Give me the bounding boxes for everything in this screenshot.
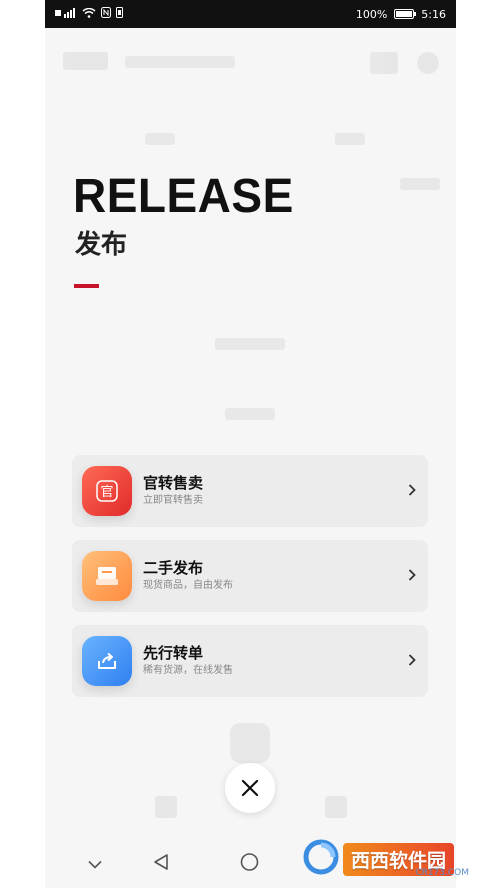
watermark-logo-icon xyxy=(303,839,339,879)
menu-item-text: 二手发布 现货商品，自由发布 xyxy=(143,559,233,593)
menu-item-title: 二手发布 xyxy=(143,559,204,577)
close-button[interactable] xyxy=(225,763,275,813)
watermark-site: CR173.COM xyxy=(415,868,469,878)
status-time: 5:16 xyxy=(421,7,446,21)
menu-item-text: 官转售卖 立即官转售卖 xyxy=(143,474,203,508)
svg-text:官: 官 xyxy=(100,484,113,500)
menu-item-title: 先行转单 xyxy=(143,644,204,662)
back-triangle-icon[interactable] xyxy=(153,853,169,875)
release-title: RELEASE xyxy=(73,167,294,223)
share-arrow-icon xyxy=(82,636,132,686)
menu-item-second-hand[interactable]: 二手发布 现货商品，自由发布 xyxy=(72,540,428,612)
chevron-right-icon xyxy=(408,482,416,501)
menu-item-text: 先行转单 稀有货源，在线发售 xyxy=(143,644,233,678)
chevron-right-icon xyxy=(408,567,416,586)
chevron-right-icon xyxy=(408,652,416,671)
close-icon xyxy=(241,779,259,797)
release-menu: 官 官转售卖 立即官转售卖 二手发布 现货商品，自由发布 先行转单 稀有货源，在… xyxy=(72,455,428,710)
app-screen: 100% 5:16 RELEASE 发布 官 官转售卖 立即官转售卖 二手发布 … xyxy=(45,0,456,888)
menu-item-official-resale[interactable]: 官 官转售卖 立即官转售卖 xyxy=(72,455,428,527)
release-subtitle: 发布 xyxy=(75,230,128,260)
accent-divider xyxy=(74,284,99,288)
status-left-icons xyxy=(55,7,123,21)
menu-item-desc: 稀有货源，在线发售 xyxy=(143,665,233,676)
notification-icon xyxy=(116,7,123,21)
menu-item-title: 官转售卖 xyxy=(143,474,204,492)
battery-percent: 100% xyxy=(355,7,388,21)
status-right: 100% 5:16 xyxy=(356,8,446,21)
nfc-icon xyxy=(101,7,111,21)
battery-icon xyxy=(394,9,417,19)
menu-item-presale-transfer[interactable]: 先行转单 稀有货源，在线发售 xyxy=(72,625,428,697)
home-circle-icon[interactable] xyxy=(240,853,259,876)
chevron-down-icon[interactable] xyxy=(87,855,103,874)
menu-item-desc: 立即官转售卖 xyxy=(143,495,203,506)
box-icon xyxy=(82,551,132,601)
signal-icon xyxy=(55,7,77,21)
official-badge-icon: 官 xyxy=(82,466,132,516)
background-page xyxy=(45,28,456,838)
wifi-icon xyxy=(82,7,96,21)
menu-item-desc: 现货商品，自由发布 xyxy=(143,580,233,591)
status-bar: 100% 5:16 xyxy=(45,0,456,28)
watermark: 西西软件园 CR173.COM xyxy=(303,838,481,880)
